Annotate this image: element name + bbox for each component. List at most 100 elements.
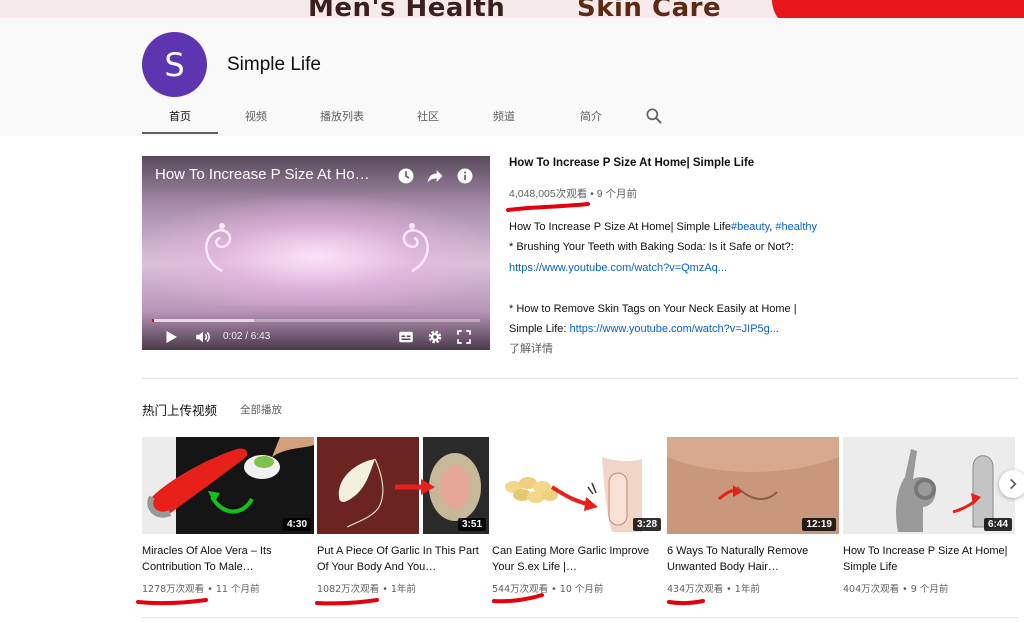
play-all-button[interactable]: 全部播放 <box>240 402 282 417</box>
meta-separator: • <box>899 584 911 595</box>
watch-later-icon[interactable] <box>396 166 416 186</box>
channel-tabs: 首页 视频 播放列表 社区 频道 简介 <box>142 98 662 136</box>
share-icon[interactable] <box>425 166 445 186</box>
player-progress-bar[interactable] <box>152 319 480 322</box>
video-duration: 12:19 <box>802 518 836 531</box>
video-card[interactable]: 6:44 How To Increase P Size At Home| Sim… <box>843 437 1015 595</box>
annotation-underline <box>136 598 208 606</box>
desc-text: Simple Life: <box>509 323 570 336</box>
channel-banner: Men's Health Skin Care <box>0 0 1024 18</box>
video-thumbnail[interactable]: 4:30 <box>142 437 314 534</box>
chevron-right-icon <box>1010 478 1017 490</box>
channel-avatar[interactable]: S <box>142 32 207 97</box>
volume-icon[interactable] <box>194 328 212 346</box>
desc-blank-line <box>509 278 839 298</box>
tab-about[interactable]: 简介 <box>542 98 640 134</box>
desc-line: Simple Life: https://www.youtube.com/wat… <box>509 319 839 339</box>
video-meta: 1082万次观看 • 1年前 <box>317 581 489 595</box>
video-thumbnail[interactable]: 6:44 <box>843 437 1015 534</box>
video-duration: 3:51 <box>457 518 486 531</box>
video-card[interactable]: 4:30 Miracles Of Aloe Vera – Its Contrib… <box>142 437 314 595</box>
search-icon[interactable] <box>644 106 664 126</box>
player-title-overlay[interactable]: How To Increase P Size At Home| Simple L… <box>155 166 380 183</box>
shelf-next-button[interactable] <box>999 470 1024 498</box>
player-progress-loaded <box>152 319 254 322</box>
video-thumbnail[interactable]: 3:51 <box>317 437 489 534</box>
featured-video-age: 9 个月前 <box>596 188 637 200</box>
section-divider <box>142 378 1018 379</box>
video-age: 9 个月前 <box>910 584 949 595</box>
video-meta: 544万次观看 • 10 个月前 <box>492 581 664 595</box>
video-views: 1278万次观看 <box>142 584 205 595</box>
tab-videos[interactable]: 视频 <box>218 98 294 134</box>
read-more-link[interactable]: 了解详情 <box>509 339 839 359</box>
desc-text: How To Increase P Size At Home| Simple L… <box>509 221 731 233</box>
video-title[interactable]: Put A Piece Of Garlic In This Part Of Yo… <box>317 543 489 575</box>
video-title[interactable]: How To Increase P Size At Home| Simple L… <box>843 543 1015 575</box>
video-age: 1年前 <box>390 584 416 595</box>
annotation-underline <box>315 598 379 606</box>
player-progress-played <box>152 319 154 322</box>
tab-community[interactable]: 社区 <box>390 98 466 134</box>
video-views: 1082万次观看 <box>317 584 380 595</box>
desc-url-link[interactable]: https://www.youtube.com/watch?v=QmzAq... <box>509 258 839 278</box>
section-title[interactable]: 热门上传视频 <box>142 400 217 419</box>
subtitles-icon[interactable] <box>397 328 415 346</box>
hashtag-link[interactable]: #beauty <box>731 221 769 233</box>
video-title[interactable]: Can Eating More Garlic Improve Your S.ex… <box>492 543 664 575</box>
featured-video-info: How To Increase P Size At Home| Simple L… <box>509 156 839 359</box>
channel-name: Simple Life <box>227 54 321 75</box>
desc-url-link[interactable]: https://www.youtube.com/watch?v=JIP5g... <box>570 323 779 335</box>
video-views: 544万次观看 <box>492 584 549 595</box>
video-meta: 434万次观看 • 1年前 <box>667 581 839 595</box>
tab-playlists[interactable]: 播放列表 <box>294 98 390 134</box>
annotation-underline <box>667 599 705 606</box>
video-title[interactable]: 6 Ways To Naturally Remove Unwanted Body… <box>667 543 839 575</box>
video-age: 11 个月前 <box>215 584 260 595</box>
video-meta: 404万次观看 • 9 个月前 <box>843 581 1015 595</box>
video-title[interactable]: Miracles Of Aloe Vera – Its Contribution… <box>142 543 314 575</box>
bottom-divider <box>142 617 1018 618</box>
channel-header: S Simple Life 首页 视频 播放列表 社区 频道 简介 <box>0 18 1024 136</box>
video-duration: 6:44 <box>983 518 1012 531</box>
play-icon[interactable] <box>162 328 180 346</box>
video-duration: 3:28 <box>632 518 661 531</box>
desc-line: * Brushing Your Teeth with Baking Soda: … <box>509 241 794 254</box>
video-views: 404万次观看 <box>843 584 900 595</box>
meta-separator: • <box>379 584 391 595</box>
tab-home[interactable]: 首页 <box>142 98 218 134</box>
info-icon[interactable] <box>455 166 475 186</box>
video-duration: 4:30 <box>282 518 311 531</box>
meta-separator: • <box>723 584 735 595</box>
banner-red-shape <box>772 0 1024 18</box>
fullscreen-icon[interactable] <box>455 328 473 346</box>
meta-separator: • <box>548 584 560 595</box>
video-age: 10 个月前 <box>559 584 604 595</box>
video-card[interactable]: 12:19 6 Ways To Naturally Remove Unwante… <box>667 437 839 595</box>
hashtag-link[interactable]: #healthy <box>775 221 817 233</box>
featured-video-meta: 4,048,005次观看 • 9 个月前 <box>509 186 839 201</box>
video-views: 434万次观看 <box>667 584 724 595</box>
featured-video-description: How To Increase P Size At Home| Simple L… <box>509 217 839 339</box>
settings-icon[interactable] <box>426 328 444 346</box>
video-card[interactable]: 3:28 Can Eating More Garlic Improve Your… <box>492 437 664 595</box>
desc-line: How To Increase P Size At Home| Simple L… <box>509 217 839 237</box>
featured-video-title[interactable]: How To Increase P Size At Home| Simple L… <box>509 156 839 170</box>
player-time: 0:02 / 6:43 <box>223 331 271 342</box>
featured-video-player[interactable]: How To Increase P Size At Home| Simple L… <box>142 156 490 350</box>
desc-line: * How to Remove Skin Tags on Your Neck E… <box>509 302 797 315</box>
video-age: 1年前 <box>734 584 760 595</box>
meta-separator: • <box>204 584 216 595</box>
video-frame-glow <box>142 196 490 306</box>
video-frame-ornament-right <box>402 223 429 273</box>
video-meta: 1278万次观看 • 11 个月前 <box>142 581 314 595</box>
video-thumbnail[interactable]: 3:28 <box>492 437 664 534</box>
banner-text-mens-health: Men's Health <box>308 0 506 18</box>
video-thumbnail[interactable]: 12:19 <box>667 437 839 534</box>
tab-channels[interactable]: 频道 <box>466 98 542 134</box>
video-frame-ornament-left <box>205 223 232 273</box>
meta-separator: • <box>587 188 597 200</box>
banner-text-skin-care: Skin Care <box>577 0 722 18</box>
featured-video-views: 4,048,005次观看 <box>509 188 588 200</box>
video-card[interactable]: 3:51 Put A Piece Of Garlic In This Part … <box>317 437 489 595</box>
